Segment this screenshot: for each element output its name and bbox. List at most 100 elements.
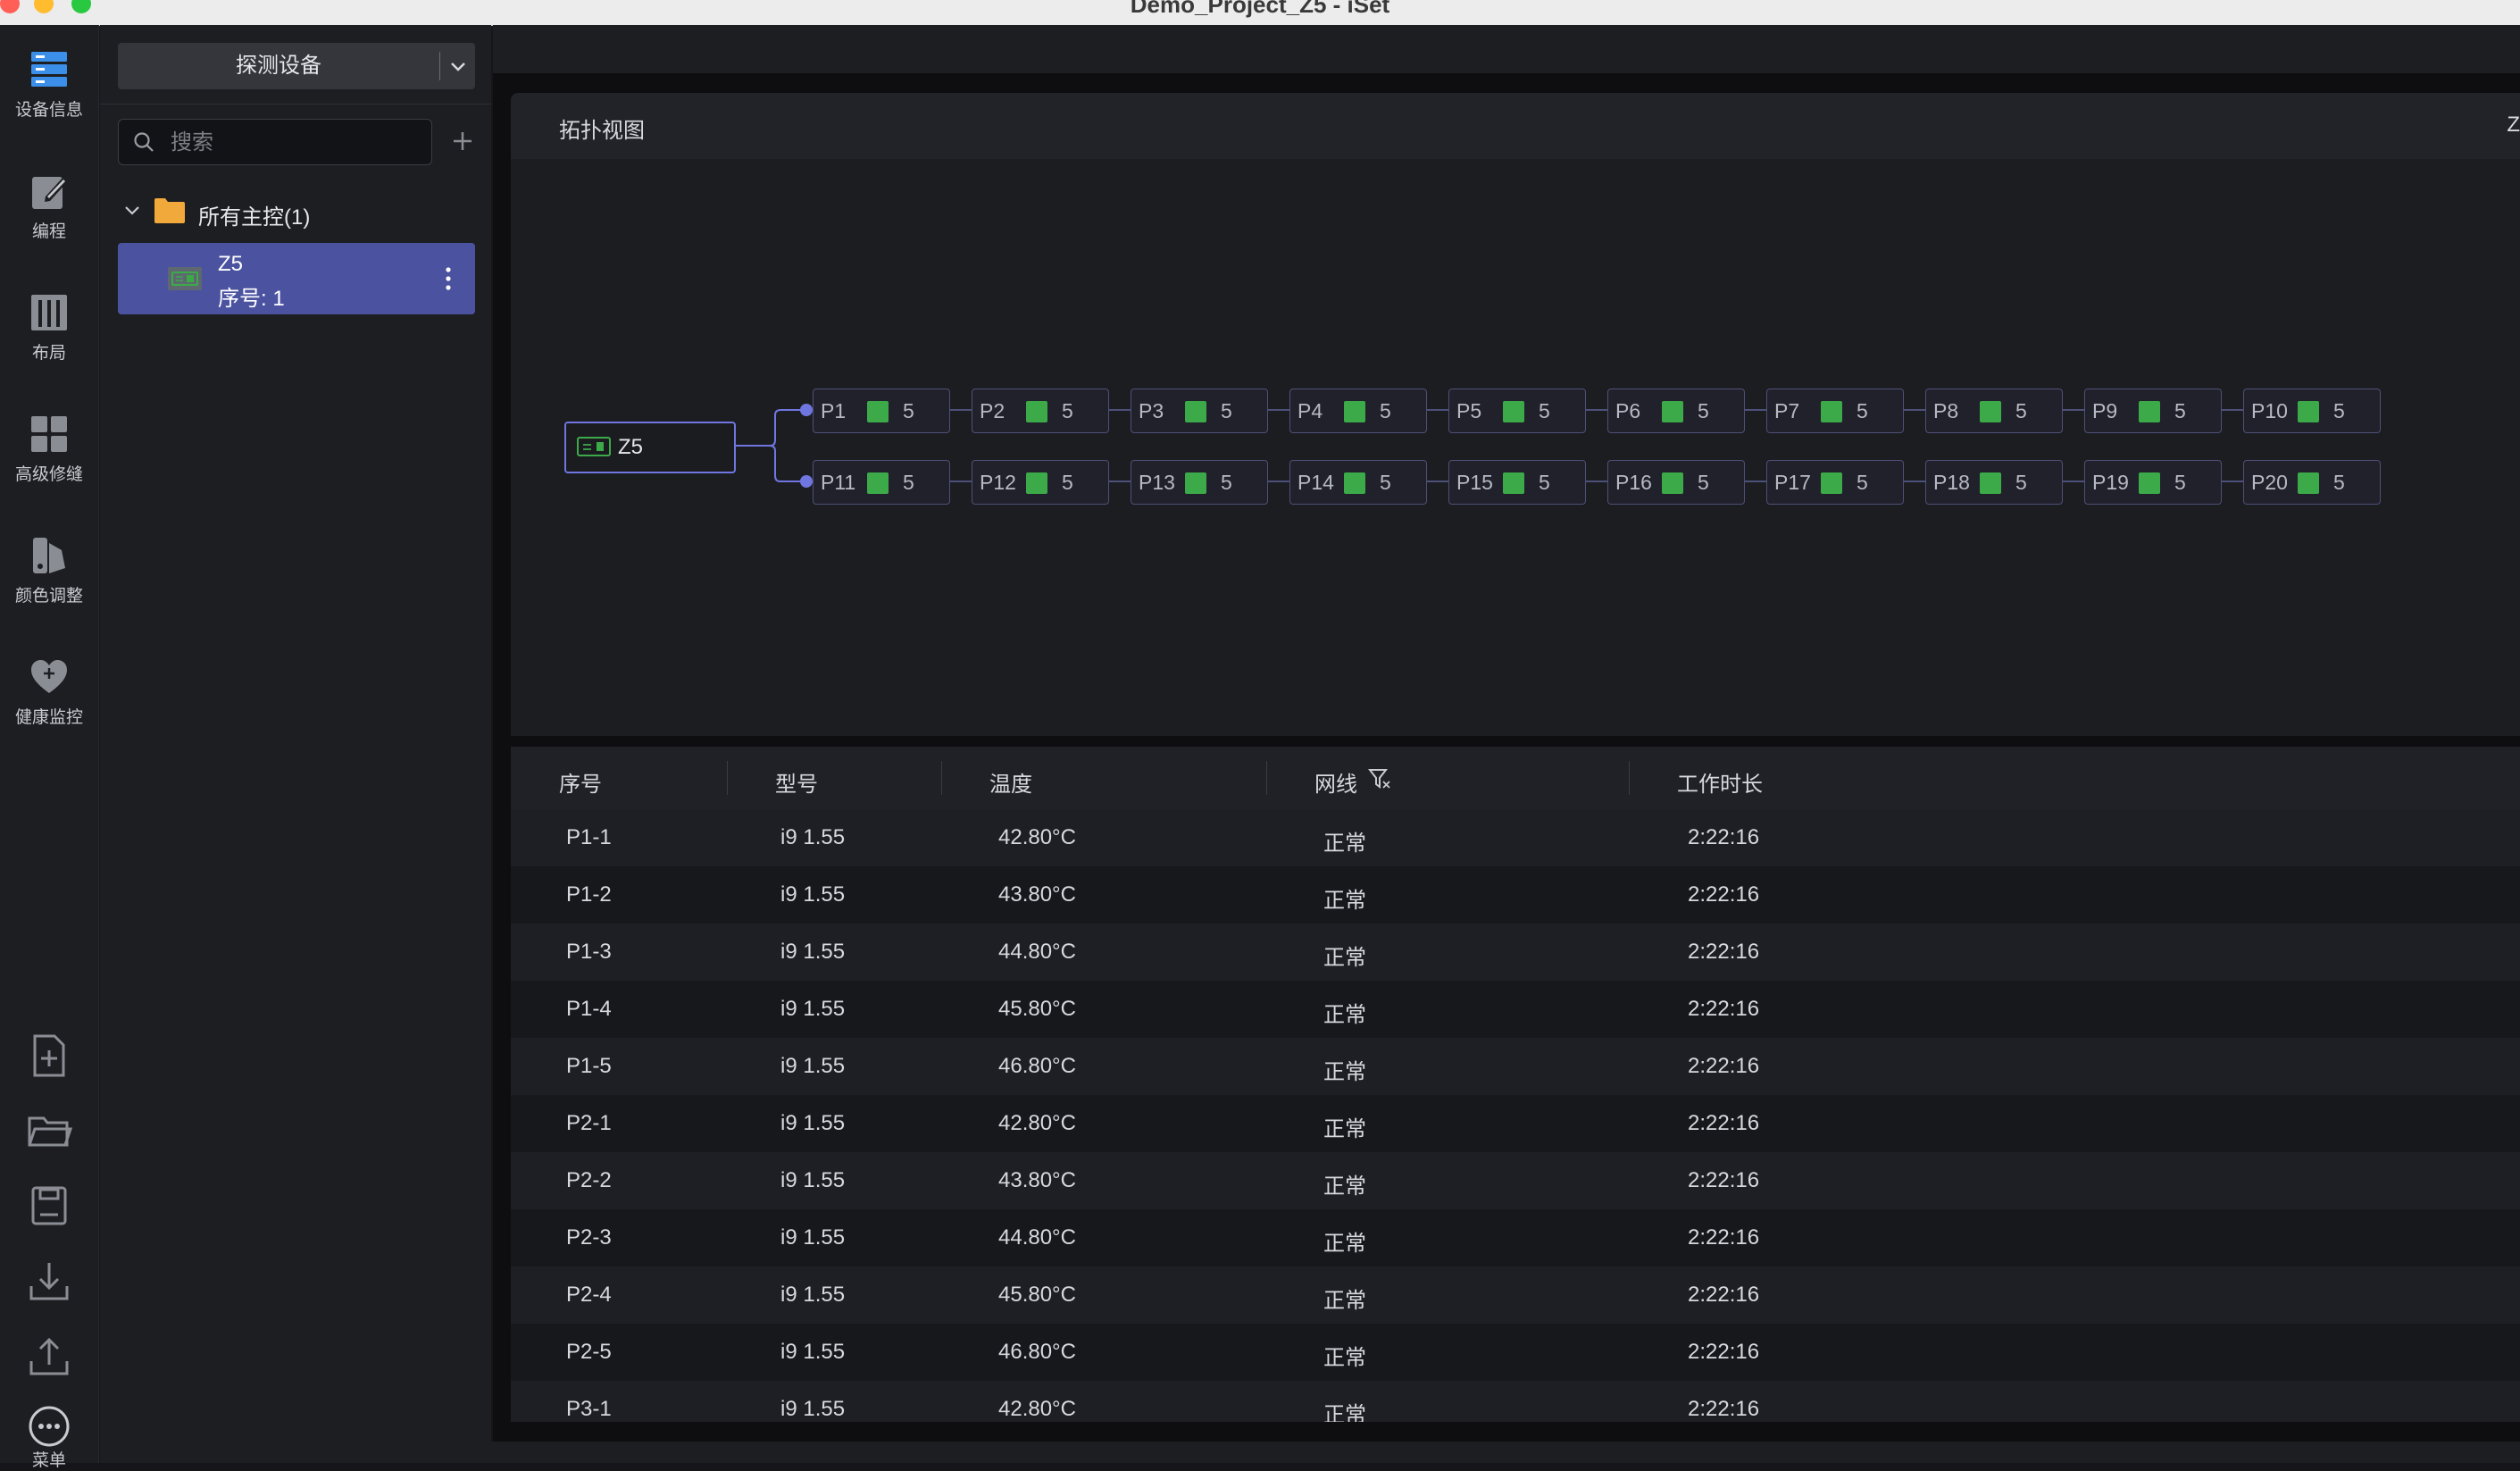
rail-item-device-info[interactable]: 设备信息 bbox=[0, 34, 98, 141]
cell-model: i9 1.55 bbox=[780, 997, 846, 1021]
port-label: P20 bbox=[2251, 471, 2288, 494]
port-receiver-count: 5 bbox=[1857, 471, 1868, 494]
port-label: P14 bbox=[1298, 471, 1334, 494]
port-label: P8 bbox=[1933, 399, 1959, 422]
port-node[interactable]: P13 5 bbox=[1131, 460, 1268, 505]
controller-node-z5[interactable]: Z5 bbox=[564, 422, 736, 473]
column-header-model[interactable]: 型号 bbox=[775, 766, 818, 798]
port-label: P12 bbox=[980, 471, 1016, 494]
column-divider[interactable] bbox=[727, 761, 728, 795]
rail-item-programming[interactable]: 编程 bbox=[0, 155, 98, 263]
table-row[interactable]: P1-4 i9 1.55 45.80°C 正常 2:22:16 bbox=[511, 981, 2520, 1038]
cell-model: i9 1.55 bbox=[780, 825, 846, 849]
device-seq: 序号: 1 bbox=[218, 287, 285, 311]
port-node[interactable]: P3 5 bbox=[1131, 389, 1268, 433]
table-row[interactable]: P2-4 i9 1.55 45.80°C 正常 2:22:16 bbox=[511, 1266, 2520, 1324]
port-node[interactable]: P18 5 bbox=[1925, 460, 2063, 505]
rail-item-advanced-seam[interactable]: 高级修缝 bbox=[0, 398, 98, 506]
edit-icon bbox=[32, 177, 68, 209]
export-icon bbox=[29, 1337, 69, 1375]
column-divider[interactable] bbox=[1266, 761, 1267, 795]
title-bar: Demo_Project_Z5 - iSet bbox=[0, 0, 2520, 26]
port-node[interactable]: P5 5 bbox=[1448, 389, 1586, 433]
column-divider[interactable] bbox=[941, 761, 942, 795]
table-row[interactable]: P1-5 i9 1.55 46.80°C 正常 2:22:16 bbox=[511, 1038, 2520, 1095]
table-header: 序号 型号 温度 网线 工作时长 bbox=[511, 747, 2520, 809]
window-title: Demo_Project_Z5 - iSet bbox=[1130, 0, 1390, 18]
port-node[interactable]: P10 5 bbox=[2243, 389, 2381, 433]
port-status-indicator bbox=[1821, 401, 1842, 422]
port-receiver-count: 5 bbox=[1380, 471, 1391, 494]
menu-button[interactable]: 菜单 bbox=[0, 1400, 98, 1470]
table-row[interactable]: P1-3 i9 1.55 44.80°C 正常 2:22:16 bbox=[511, 924, 2520, 981]
detect-device-label: 探测设备 bbox=[236, 54, 321, 78]
table-row[interactable]: P1-1 i9 1.55 42.80°C 正常 2:22:16 bbox=[511, 809, 2520, 866]
cell-uptime: 2:22:16 bbox=[1688, 1111, 1760, 1135]
cell-cable: 正常 bbox=[1323, 1232, 1366, 1256]
rail-item-health-monitor[interactable]: 健康监控 bbox=[0, 641, 98, 748]
cell-uptime: 2:22:16 bbox=[1688, 1054, 1760, 1078]
cell-temperature: 43.80°C bbox=[998, 1168, 1076, 1192]
table-row[interactable]: P2-5 i9 1.55 46.80°C 正常 2:22:16 bbox=[511, 1324, 2520, 1381]
port-node[interactable]: P4 5 bbox=[1289, 389, 1427, 433]
port-node[interactable]: P7 5 bbox=[1766, 389, 1904, 433]
cell-cable: 正常 bbox=[1323, 946, 1366, 970]
port-status-indicator bbox=[1662, 401, 1683, 422]
port-receiver-count: 5 bbox=[2333, 471, 2345, 494]
port-node[interactable]: P9 5 bbox=[2084, 389, 2222, 433]
cell-uptime: 2:22:16 bbox=[1688, 825, 1760, 849]
column-header-seq[interactable]: 序号 bbox=[559, 766, 602, 798]
search-input[interactable] bbox=[169, 125, 422, 161]
table-row[interactable]: P2-1 i9 1.55 42.80°C 正常 2:22:16 bbox=[511, 1095, 2520, 1152]
port-label: P17 bbox=[1774, 471, 1811, 494]
port-status-indicator bbox=[1821, 472, 1842, 494]
column-header-uptime[interactable]: 工作时长 bbox=[1677, 766, 1763, 798]
port-receiver-count: 5 bbox=[2015, 471, 2027, 494]
cell-cable: 正常 bbox=[1323, 1346, 1366, 1370]
table-row[interactable]: P3-1 i9 1.55 42.80°C 正常 2:22:16 bbox=[511, 1381, 2520, 1422]
detect-device-button[interactable]: 探测设备 bbox=[118, 43, 475, 89]
more-vertical-icon[interactable] bbox=[439, 259, 457, 298]
device-name: Z5 bbox=[218, 252, 244, 276]
port-node[interactable]: P8 5 bbox=[1925, 389, 2063, 433]
port-node[interactable]: P17 5 bbox=[1766, 460, 1904, 505]
table-row[interactable]: P2-2 i9 1.55 43.80°C 正常 2:22:16 bbox=[511, 1152, 2520, 1209]
export-button[interactable] bbox=[24, 1331, 74, 1381]
port-node[interactable]: P16 5 bbox=[1607, 460, 1745, 505]
table-row[interactable]: P2-3 i9 1.55 44.80°C 正常 2:22:16 bbox=[511, 1209, 2520, 1266]
cell-uptime: 2:22:16 bbox=[1688, 1283, 1760, 1307]
column-header-cable[interactable]: 网线 bbox=[1314, 766, 1357, 798]
table-row[interactable]: P1-2 i9 1.55 43.80°C 正常 2:22:16 bbox=[511, 866, 2520, 924]
port-node[interactable]: P14 5 bbox=[1289, 460, 1427, 505]
save-project-button[interactable] bbox=[24, 1181, 74, 1231]
port-node[interactable]: P19 5 bbox=[2084, 460, 2222, 505]
tree-group-all-controllers[interactable]: 所有主控(1) bbox=[118, 191, 475, 230]
receiver-table: 序号 型号 温度 网线 工作时长 P1-1 i9 1.55 42.80°C 正常 2:2… bbox=[511, 747, 2520, 1422]
top-toolbar bbox=[493, 25, 2520, 73]
port-label: P15 bbox=[1456, 471, 1493, 494]
new-project-button[interactable] bbox=[24, 1031, 74, 1081]
detect-options-dropdown[interactable] bbox=[441, 43, 475, 89]
filter-icon[interactable] bbox=[1368, 767, 1391, 790]
port-node[interactable]: P2 5 bbox=[972, 389, 1109, 433]
column-divider[interactable] bbox=[1629, 761, 1630, 795]
import-button[interactable] bbox=[24, 1256, 74, 1306]
menu-label: 菜单 bbox=[31, 1451, 66, 1470]
rail-item-color-adjust[interactable]: 颜色调整 bbox=[0, 520, 98, 627]
port-node[interactable]: P20 5 bbox=[2243, 460, 2381, 505]
open-project-button[interactable] bbox=[24, 1106, 74, 1156]
device-item-z5[interactable]: Z5 序号: 1 bbox=[118, 243, 475, 314]
cell-model: i9 1.55 bbox=[780, 1111, 846, 1135]
cell-cable: 正常 bbox=[1323, 1403, 1366, 1422]
port-node[interactable]: P11 5 bbox=[813, 460, 950, 505]
port-node[interactable]: P6 5 bbox=[1607, 389, 1745, 433]
column-header-temperature[interactable]: 温度 bbox=[989, 766, 1032, 798]
port-status-indicator bbox=[1980, 401, 2001, 422]
rail-item-layout[interactable]: 布局 bbox=[0, 277, 98, 384]
chevron-down-icon[interactable] bbox=[123, 191, 141, 230]
add-device-button[interactable] bbox=[443, 121, 482, 161]
port-node[interactable]: P1 5 bbox=[813, 389, 950, 433]
port-node[interactable]: P15 5 bbox=[1448, 460, 1586, 505]
search-box[interactable] bbox=[118, 119, 432, 165]
port-node[interactable]: P12 5 bbox=[972, 460, 1109, 505]
